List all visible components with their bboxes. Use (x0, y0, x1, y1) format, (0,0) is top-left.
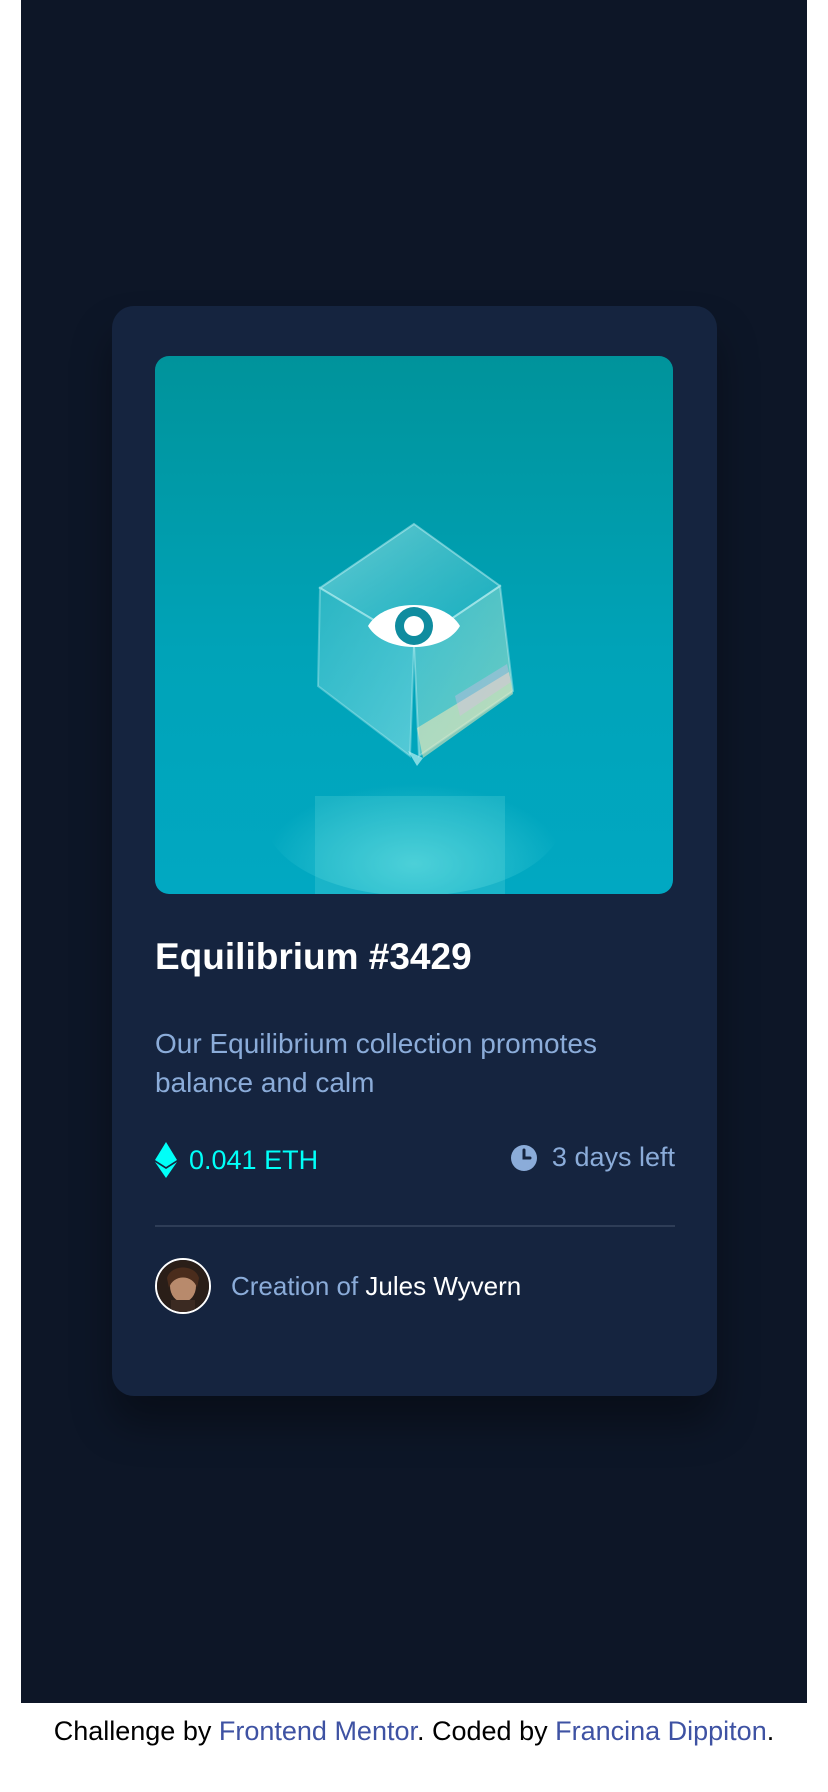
attribution-footer: Challenge by Frontend Mentor. Coded by F… (0, 1716, 828, 1747)
nft-title[interactable]: Equilibrium #3429 (155, 936, 472, 978)
footer-middle: . Coded by (417, 1716, 548, 1746)
frontend-mentor-link[interactable]: Frontend Mentor (219, 1716, 417, 1746)
price: 0.041 ETH (155, 1142, 318, 1178)
nft-card: Equilibrium #3429 Our Equilibrium collec… (112, 306, 717, 1396)
creator-prefix: Creation of (231, 1270, 359, 1301)
time-left-value: 3 days left (551, 1142, 675, 1172)
footer-suffix: . (766, 1716, 775, 1746)
time-left: 3 days left (510, 1142, 675, 1173)
footer-prefix: Challenge by (53, 1716, 212, 1746)
price-value: 0.041 ETH (189, 1144, 319, 1175)
creator-name-link[interactable]: Jules Wyvern (365, 1271, 521, 1301)
ethereum-icon (155, 1142, 177, 1178)
avatar (155, 1258, 211, 1314)
clock-icon (510, 1144, 537, 1171)
nft-description: Our Equilibrium collection promotes bala… (155, 1028, 597, 1098)
nft-image[interactable] (155, 356, 673, 894)
creator-text: Creation of Jules Wyvern (231, 1271, 521, 1302)
creator-row: Creation of Jules Wyvern (155, 1256, 521, 1316)
divider (155, 1225, 675, 1227)
author-link[interactable]: Francina Dippiton (555, 1716, 767, 1746)
meta-row: 0.041 ETH 3 days left (155, 1142, 675, 1182)
